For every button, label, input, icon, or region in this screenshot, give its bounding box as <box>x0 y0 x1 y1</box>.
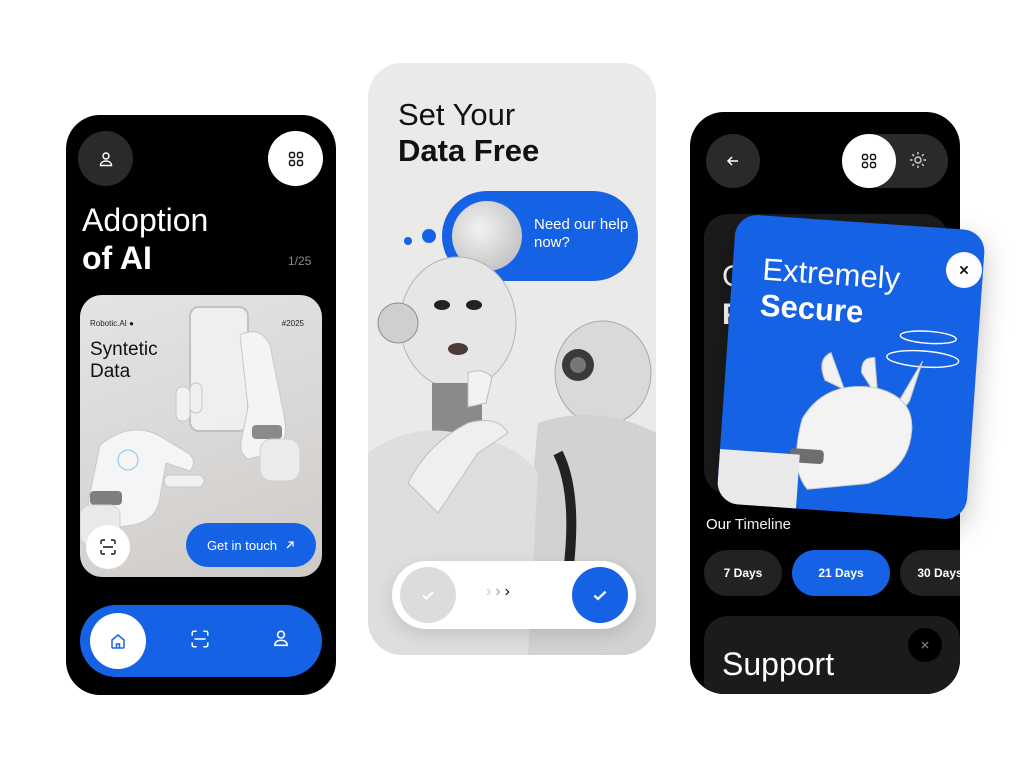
user-icon <box>274 630 288 647</box>
grid-icon <box>288 151 303 166</box>
help-bubble-text: Need our help now? <box>534 216 629 251</box>
scan-button[interactable] <box>86 525 130 569</box>
home-icon <box>111 634 125 649</box>
support-title: Support <box>722 646 835 682</box>
title-line-2: Data Free <box>398 133 540 168</box>
scan-icon <box>100 539 116 555</box>
app-showcase: Adoption of AI 1/25 Robotic.AI ● #2025 S… <box>0 0 1024 768</box>
get-in-touch-button[interactable]: Get in touch <box>186 523 316 567</box>
slide-counter: 1/25 <box>288 254 312 268</box>
secure-card-close-button[interactable] <box>946 252 982 288</box>
support-card[interactable]: Support <box>704 616 960 694</box>
nav-home[interactable] <box>90 613 146 669</box>
pill-21-days[interactable]: 21 Days <box>792 550 890 596</box>
close-icon <box>959 265 969 275</box>
profile-button[interactable] <box>78 131 133 186</box>
chevron-right-icon: › <box>486 583 496 600</box>
menu-grid-button[interactable] <box>268 131 323 186</box>
swipe-confirm-slider[interactable]: ››› <box>392 561 636 629</box>
title-line-1: Set Your <box>398 97 516 132</box>
arrow-left-icon <box>726 156 738 166</box>
timeline-heading: Our Timeline <box>706 516 792 533</box>
grid-icon <box>861 153 877 169</box>
secure-popup-card[interactable]: Extremely Secure <box>716 213 986 521</box>
pill-30-days[interactable]: 30 Days <box>900 550 960 596</box>
support-close-button[interactable] <box>908 628 942 662</box>
nav-scan[interactable] <box>190 629 210 654</box>
title-line-2: of AI <box>82 240 152 276</box>
slider-arrows: ››› <box>486 583 514 601</box>
phone-data-free-screen: Set Your Data Free Need our help now? ››… <box>368 63 656 655</box>
grid-view-button[interactable] <box>842 134 896 188</box>
scan-icon <box>191 630 209 648</box>
check-icon <box>593 590 607 601</box>
cta-label: Get in touch <box>206 537 278 553</box>
back-button[interactable] <box>706 134 760 188</box>
confirm-button[interactable] <box>572 567 628 623</box>
pill-7-days[interactable]: 7 Days <box>704 550 782 596</box>
page-title: Set Your Data Free <box>398 97 539 169</box>
slider-start-handle[interactable] <box>400 567 456 623</box>
bubble-dot-small <box>404 237 412 245</box>
check-icon <box>422 591 434 600</box>
robot-hand-pointing-image <box>716 330 960 515</box>
bubble-dot-large <box>422 229 436 243</box>
gear-icon <box>910 152 926 168</box>
arrow-up-right-icon <box>286 541 294 549</box>
bottom-nav <box>80 605 322 677</box>
chevron-right-icon: › <box>495 583 505 600</box>
close-icon <box>921 641 929 649</box>
page-title: Adoption of AI <box>82 201 208 277</box>
phone-adoption-screen: Adoption of AI 1/25 Robotic.AI ● #2025 S… <box>66 115 336 695</box>
view-toggle <box>842 134 948 188</box>
nav-profile[interactable] <box>272 629 290 652</box>
chevron-right-icon: › <box>504 583 514 600</box>
user-icon <box>99 151 112 166</box>
title-line-1: Adoption <box>82 202 209 238</box>
settings-button[interactable] <box>908 150 928 175</box>
feature-card[interactable]: Robotic.AI ● #2025 Syntetic Data Get in … <box>80 295 322 577</box>
